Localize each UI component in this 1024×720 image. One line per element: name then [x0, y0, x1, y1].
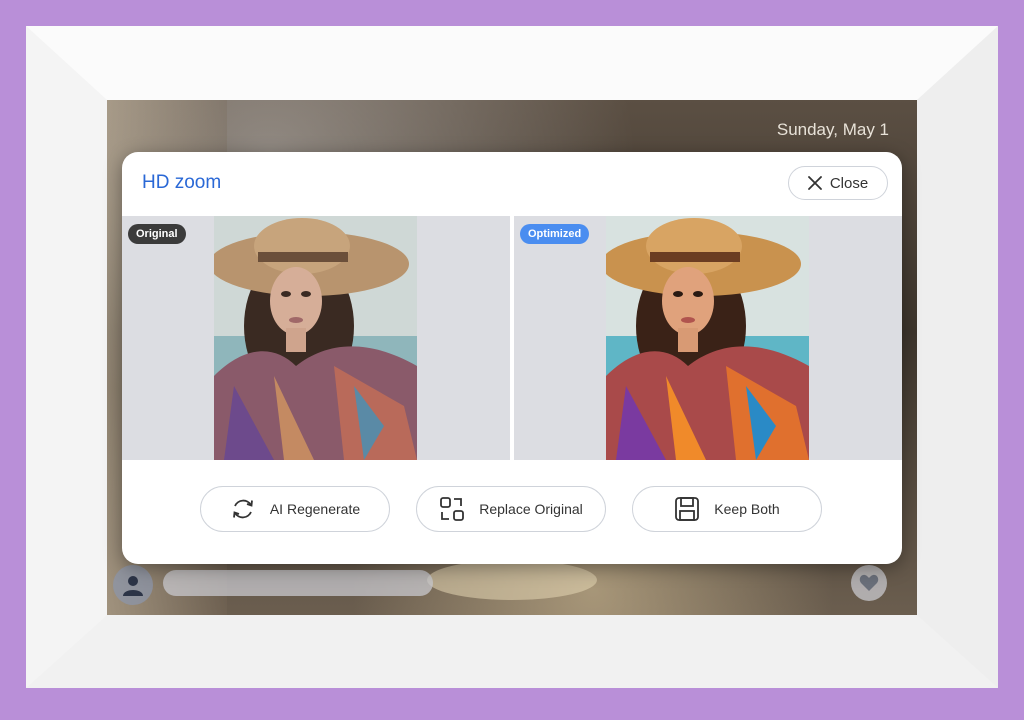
- hd-zoom-dialog: HD zoom Close Original Optimized AI Rege…: [122, 152, 902, 564]
- heart-icon: [859, 574, 879, 591]
- close-icon: [807, 176, 822, 190]
- keep-both-label: Keep Both: [714, 501, 780, 517]
- optimized-badge: Optimized: [520, 224, 590, 244]
- ai-regenerate-button[interactable]: AI Regenerate: [200, 486, 390, 532]
- optimized-photo: [606, 216, 809, 460]
- action-bar: AI Regenerate Replace Original Keep Both: [122, 486, 902, 532]
- replace-icon: [440, 497, 465, 521]
- replace-original-button[interactable]: Replace Original: [416, 486, 606, 532]
- ai-regenerate-label: AI Regenerate: [269, 501, 361, 517]
- original-badge: Original: [128, 224, 186, 244]
- close-label: Close: [829, 174, 869, 192]
- close-button[interactable]: Close: [788, 166, 888, 200]
- comment-bar[interactable]: [163, 570, 433, 596]
- background-plate: [427, 560, 597, 600]
- date-label: Sunday, May 1: [776, 120, 889, 139]
- original-panel: Original: [122, 216, 510, 460]
- like-button[interactable]: [851, 565, 887, 601]
- replace-original-label: Replace Original: [479, 501, 583, 517]
- dialog-title: HD zoom: [142, 172, 222, 193]
- refresh-icon: [232, 499, 253, 519]
- original-photo: [214, 216, 417, 460]
- keep-both-button[interactable]: Keep Both: [632, 486, 822, 532]
- avatar[interactable]: [113, 565, 153, 605]
- person-icon: [123, 576, 143, 596]
- optimized-panel: Optimized: [514, 216, 902, 460]
- save-icon: [675, 497, 700, 521]
